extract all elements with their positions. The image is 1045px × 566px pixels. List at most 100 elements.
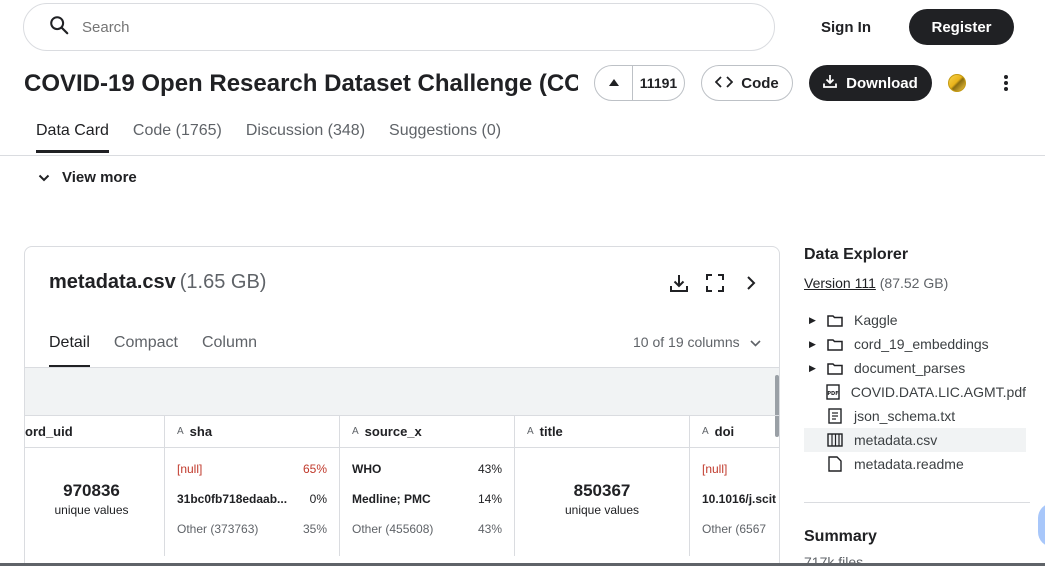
tree-item-label: Kaggle <box>854 312 898 328</box>
tree-item-label: json_schema.txt <box>854 408 956 424</box>
column-header[interactable]: A title <box>515 416 690 447</box>
explorer-divider <box>804 502 1030 503</box>
value-frequency-row: 31bc0fb718edaab... 0% <box>177 492 327 522</box>
value-label: [null] <box>177 462 203 476</box>
tree-item-kaggle[interactable]: ▶ Kaggle <box>804 308 1026 332</box>
code-button[interactable]: Code <box>701 65 793 101</box>
columns-count-label: 10 of 19 columns <box>633 334 740 350</box>
search-input[interactable] <box>82 18 682 36</box>
table-header-row: ord_uid A sha A source_x A title A doi <box>25 415 779 448</box>
tab-suggestions[interactable]: Suggestions (0) <box>389 113 501 153</box>
tabs-divider <box>0 155 1045 156</box>
table-file-icon <box>826 432 844 448</box>
more-options-icon[interactable] <box>996 72 1016 94</box>
tab-detail[interactable]: Detail <box>49 331 90 368</box>
code-button-label: Code <box>741 74 779 92</box>
column-header-label: source_x <box>364 424 422 439</box>
svg-text:PDF: PDF <box>827 391 838 397</box>
table-summary-row: 970836 unique values [null] 65% 31bc0fb71… <box>25 448 779 556</box>
view-more-toggle[interactable]: View more <box>38 169 137 186</box>
value-percent: 43% <box>477 522 502 536</box>
version-link[interactable]: Version 111 <box>804 275 876 291</box>
tab-compact[interactable]: Compact <box>114 331 178 368</box>
version-size: (87.52 GB) <box>879 275 949 291</box>
value-frequency-row: Other (6567 <box>702 522 779 552</box>
value-frequency-row: Other (373763) 35% <box>177 522 327 552</box>
column-header-label: ord_uid <box>25 424 73 439</box>
data-explorer-title: Data Explorer <box>804 246 909 263</box>
download-file-icon[interactable] <box>668 272 690 294</box>
value-frequency-row: [null] 65% <box>177 462 327 492</box>
column-header[interactable]: A sha <box>165 416 340 447</box>
value-label: 10.1016/j.scit <box>702 492 777 506</box>
gold-medal-icon <box>948 74 966 92</box>
file-size: (1.65 GB) <box>179 271 267 293</box>
sign-in-button[interactable]: Sign In <box>810 9 882 45</box>
search-bar[interactable] <box>23 3 775 51</box>
unique-label: unique values <box>564 503 640 517</box>
tree-item-label: metadata.readme <box>854 456 964 472</box>
tree-item-label: document_parses <box>854 360 966 376</box>
folder-icon <box>826 336 844 352</box>
string-type-icon: A <box>177 426 184 437</box>
register-button[interactable]: Register <box>909 9 1014 45</box>
chevron-right-icon[interactable] <box>740 272 762 294</box>
download-button-label: Download <box>846 74 918 92</box>
value-frequency-row: WHO 43% <box>352 462 502 492</box>
file-name: metadata.csv <box>49 271 176 293</box>
string-type-icon: A <box>352 426 359 437</box>
file-preview-card: metadata.csv (1.65 GB) Detail Compact Col… <box>24 246 780 566</box>
tab-data-card[interactable]: Data Card <box>36 113 109 153</box>
file-name-heading: metadata.csv (1.65 GB) <box>49 271 266 294</box>
tab-code[interactable]: Code (1765) <box>133 113 222 153</box>
value-label: 31bc0fb718edaab... <box>177 492 288 506</box>
columns-selector[interactable]: 10 of 19 columns <box>633 334 761 350</box>
table-toolbar-band <box>25 367 779 415</box>
download-icon <box>823 74 838 92</box>
chevron-down-icon <box>38 169 50 186</box>
value-label: Medline; PMC <box>352 492 431 506</box>
column-summary: WHO 43% Medline; PMC 14% Other (455608) 43% <box>340 448 515 556</box>
value-frequency-row: Medline; PMC 14% <box>352 492 502 522</box>
tree-item-metadata-readme[interactable]: metadata.readme <box>804 452 1026 476</box>
caret-right-icon[interactable]: ▶ <box>804 339 826 350</box>
tree-item-json-schema[interactable]: json_schema.txt <box>804 404 1026 428</box>
tree-item-cord-19-embeddings[interactable]: ▶ cord_19_embeddings <box>804 332 1026 356</box>
value-percent: 65% <box>302 462 327 476</box>
unique-label: unique values <box>54 503 129 517</box>
upvote-arrow-icon[interactable] <box>595 66 633 100</box>
version-info: Version 111 (87.52 GB) <box>804 275 948 291</box>
dataset-tabs: Data Card Code (1765) Discussion (348) S… <box>36 113 501 153</box>
caret-right-icon[interactable]: ▶ <box>804 315 826 326</box>
value-label: WHO <box>352 462 382 476</box>
value-label: Other (455608) <box>352 522 434 536</box>
caret-right-icon[interactable]: ▶ <box>804 363 826 374</box>
fullscreen-icon[interactable] <box>704 272 726 294</box>
tree-item-label: COVID.DATA.LIC.AGMT.pdf <box>850 384 1026 400</box>
tree-item-license-pdf[interactable]: PDF COVID.DATA.LIC.AGMT.pdf <box>804 380 1026 404</box>
tree-item-document-parses[interactable]: ▶ document_parses <box>804 356 1026 380</box>
tab-discussion[interactable]: Discussion (348) <box>246 113 365 153</box>
unique-count: 970836 <box>63 481 120 500</box>
tree-item-label: metadata.csv <box>854 432 938 448</box>
string-type-icon: A <box>527 426 534 437</box>
feedback-bubble[interactable] <box>1038 503 1045 547</box>
column-header[interactable]: A source_x <box>340 416 515 447</box>
tree-item-metadata-csv[interactable]: metadata.csv <box>804 428 1026 452</box>
column-header[interactable]: A doi <box>690 416 779 447</box>
file-tree: ▶ Kaggle ▶ cord_19_embeddings ▶ document… <box>804 308 1026 476</box>
upvote-control[interactable]: 11191 <box>594 65 685 101</box>
pdf-file-icon: PDF <box>824 384 840 400</box>
view-more-label: View more <box>62 169 137 186</box>
summary-heading: Summary <box>804 528 877 545</box>
string-type-icon: A <box>702 426 709 437</box>
download-button[interactable]: Download <box>809 65 932 101</box>
value-percent: 43% <box>477 462 502 476</box>
dataset-title: COVID-19 Open Research Dataset Challenge… <box>24 70 578 97</box>
column-header-label: doi <box>714 424 735 439</box>
value-frequency-row: 10.1016/j.scit <box>702 492 779 522</box>
tab-column[interactable]: Column <box>202 331 257 368</box>
column-header-label: sha <box>189 424 213 439</box>
column-header[interactable]: ord_uid <box>25 416 165 447</box>
column-summary: [null] 10.1016/j.scit Other (6567 <box>690 448 779 556</box>
